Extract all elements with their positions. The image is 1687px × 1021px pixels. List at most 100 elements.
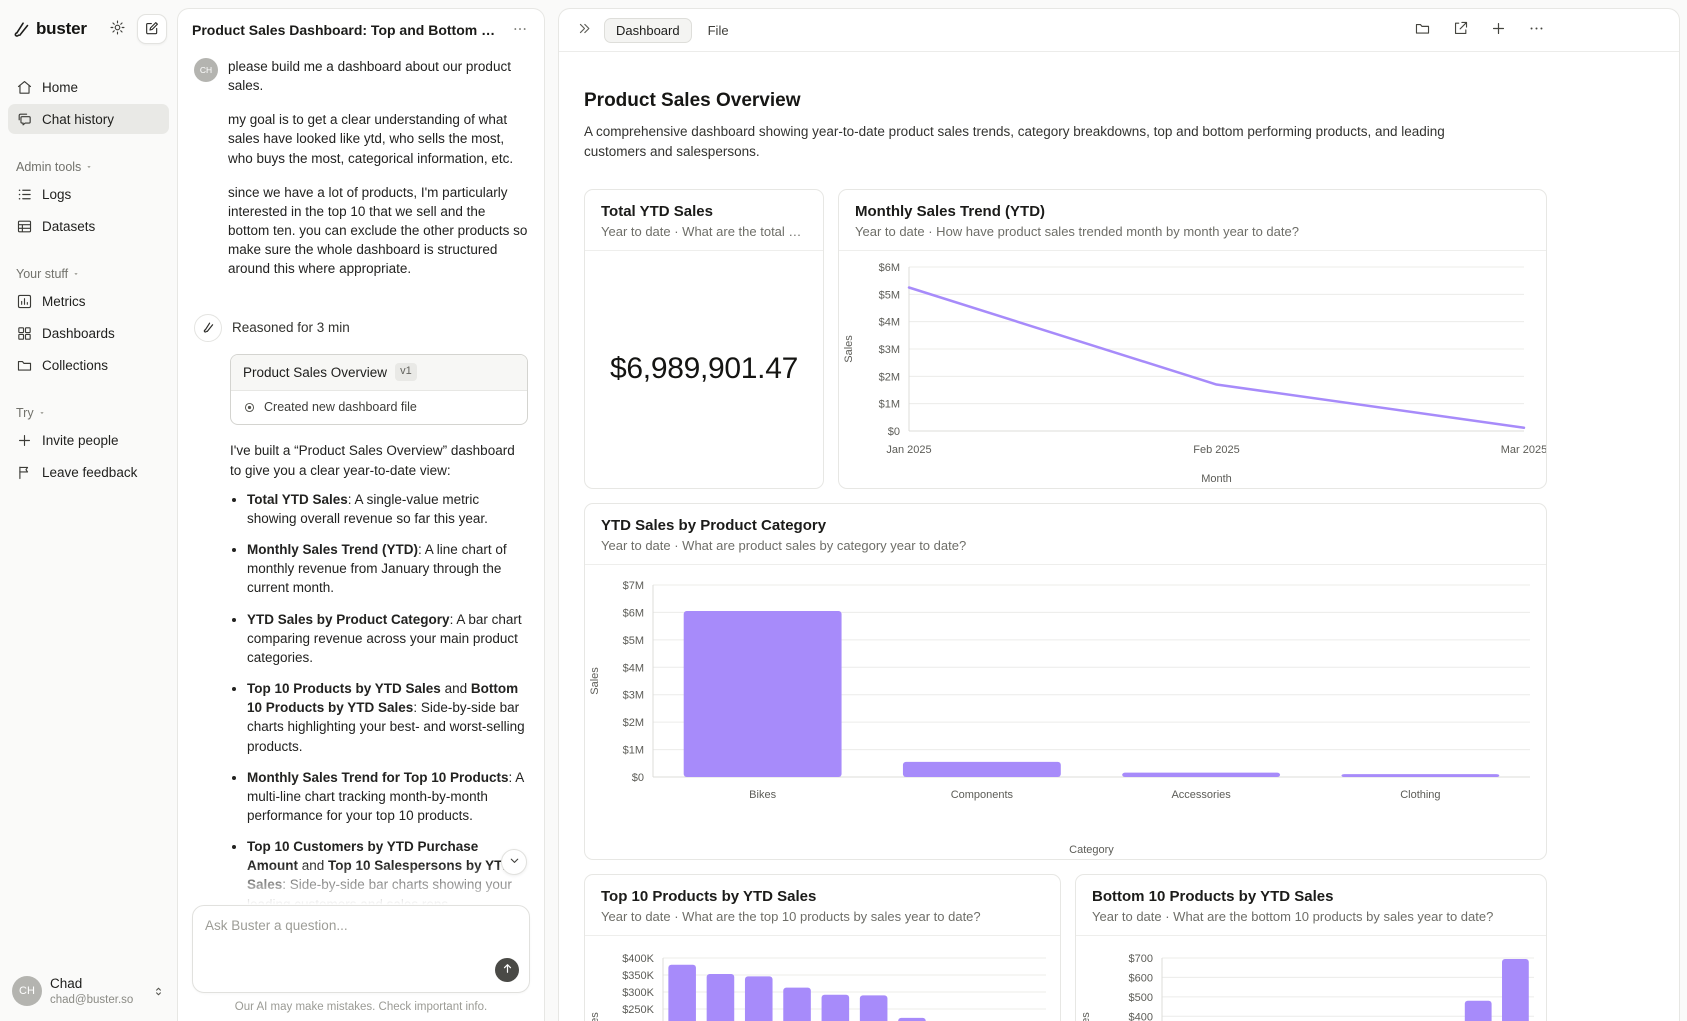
new-chat-button[interactable]: [137, 14, 167, 44]
sidebar-item-leave-feedback[interactable]: Leave feedback: [8, 457, 169, 487]
chart-card-monthly-trend[interactable]: Monthly Sales Trend (YTD) Year to date ·…: [838, 189, 1547, 489]
card-header: Top 10 Products by YTD Sales Year to dat…: [585, 875, 1060, 936]
file-card-header: Product Sales Overview v1: [231, 355, 527, 391]
chat-header: Product Sales Dashboard: Top and Bottom …: [178, 9, 544, 51]
svg-text:$1M: $1M: [623, 744, 644, 756]
svg-text:Feb 2025: Feb 2025: [1193, 444, 1239, 456]
home-icon: [16, 79, 33, 96]
svg-text:Jan 2025: Jan 2025: [886, 444, 931, 456]
section-header[interactable]: Admin tools: [0, 160, 177, 174]
chevron-down-icon: [508, 854, 521, 870]
brand-name: buster: [36, 19, 87, 39]
tab-file[interactable]: File: [702, 19, 735, 42]
sidebar-item-invite-people[interactable]: Invite people: [8, 425, 169, 455]
sidebar-item-chat-history[interactable]: Chat history: [8, 104, 169, 134]
sidebar-item-logs[interactable]: Logs: [8, 179, 169, 209]
share-icon: [1452, 20, 1469, 40]
message-paragraph: please build me a dashboard about our pr…: [228, 57, 528, 95]
sidebar-item-metrics[interactable]: Metrics: [8, 286, 169, 316]
collapse-panel-button[interactable]: [575, 19, 594, 41]
sidebar-item-datasets[interactable]: Datasets: [8, 211, 169, 241]
section-header[interactable]: Your stuff: [0, 267, 177, 281]
more-options-button[interactable]: [1528, 20, 1545, 40]
collections-icon: [16, 357, 33, 374]
brand[interactable]: buster: [12, 19, 97, 39]
svg-text:$3M: $3M: [879, 344, 900, 356]
metric-card-total-ytd-sales[interactable]: Total YTD Sales Year to date · What are …: [584, 189, 824, 489]
folder-button[interactable]: [1414, 20, 1431, 40]
dashboard-file-card[interactable]: Product Sales Overview v1 Created new da…: [230, 354, 528, 426]
svg-text:$400K: $400K: [622, 953, 654, 965]
sidebar-nav: Home Chat history: [0, 72, 177, 134]
card-title: Bottom 10 Products by YTD Sales: [1092, 888, 1530, 905]
sidebar-section-try: Try Invite people Leave feedback: [0, 406, 177, 487]
svg-text:$6M: $6M: [879, 262, 900, 274]
gear-icon: [109, 19, 126, 39]
datasets-icon: [16, 218, 33, 235]
scroll-to-bottom-button[interactable]: [501, 849, 527, 875]
chat-input-area: Our AI may make mistakes. Check importan…: [179, 905, 543, 1021]
svg-text:$400: $400: [1129, 1011, 1153, 1021]
dashboard-row-2: YTD Sales by Product Category Year to da…: [584, 503, 1547, 860]
sidebar-section-your-stuff: Your stuff Metrics Dashboards: [0, 267, 177, 380]
svg-text:Accessories: Accessories: [1171, 789, 1231, 801]
section-header[interactable]: Try: [0, 406, 177, 420]
dashboard-row-1: Total YTD Sales Year to date · What are …: [584, 189, 1654, 489]
chat-menu-button[interactable]: [510, 19, 530, 42]
sidebar-item-label: Logs: [42, 187, 71, 202]
svg-text:Sales: Sales: [843, 334, 855, 362]
message-paragraph: my goal is to get a clear understanding …: [228, 110, 528, 167]
file-card-title: Product Sales Overview: [243, 363, 387, 382]
user-message: CH please build me a dashboard about our…: [194, 57, 528, 294]
card-header: Bottom 10 Products by YTD Sales Year to …: [1076, 875, 1546, 936]
add-button[interactable]: [1490, 20, 1507, 40]
svg-text:$500: $500: [1129, 991, 1153, 1003]
svg-text:$4M: $4M: [879, 316, 900, 328]
svg-text:$350K: $350K: [622, 970, 654, 982]
ai-disclaimer: Our AI may make mistakes. Check importan…: [192, 1001, 530, 1013]
section-items: Metrics Dashboards Collections: [0, 286, 177, 380]
svg-text:Components: Components: [951, 789, 1014, 801]
send-button[interactable]: [495, 958, 519, 982]
version-badge: v1: [395, 363, 417, 381]
card-subtitle: Year to date · What are the bottom 10 pr…: [1092, 909, 1530, 924]
chat-title: Product Sales Dashboard: Top and Bottom …: [192, 22, 502, 38]
plus-icon: [16, 432, 33, 449]
svg-text:$1M: $1M: [879, 398, 900, 410]
arrow-up-icon: [501, 962, 514, 978]
ellipsis-icon: [1528, 20, 1545, 40]
card-subtitle: Year to date · What are product sales by…: [601, 538, 1530, 553]
svg-text:$5M: $5M: [623, 634, 644, 646]
user-email: chad@buster.so: [50, 993, 133, 1007]
card-subtitle: Year to date · What are the total produ.…: [601, 224, 807, 239]
svg-text:$5M: $5M: [879, 289, 900, 301]
chart-card-top10[interactable]: Top 10 Products by YTD Sales Year to dat…: [584, 874, 1061, 1021]
page-title: Product Sales Overview: [584, 90, 1654, 112]
section-items: Invite people Leave feedback: [0, 425, 177, 487]
dashboards-icon: [16, 325, 33, 342]
share-button[interactable]: [1452, 20, 1469, 40]
double-chevron-right-icon: [577, 21, 592, 39]
chevron-up-down-icon: [152, 985, 165, 998]
tab-dashboard[interactable]: Dashboard: [604, 18, 692, 43]
flag-icon: [16, 464, 33, 481]
file-card-status: Created new dashboard file: [231, 391, 527, 425]
svg-text:Category: Category: [1069, 844, 1114, 856]
chat-bullet: Monthly Sales Trend for Top 10 Products:…: [247, 768, 528, 825]
bottom10-chart: $0$100$200$300$400$500$600$700Sales: [1076, 936, 1546, 1021]
monthly-trend-chart: $0$1M$2M$3M$4M$5M$6MJan 2025Feb 2025Mar …: [839, 251, 1546, 488]
chat-input[interactable]: [193, 906, 529, 964]
chart-card-category[interactable]: YTD Sales by Product Category Year to da…: [584, 503, 1547, 860]
svg-text:Clothing: Clothing: [1400, 789, 1440, 801]
settings-button[interactable]: [105, 17, 129, 41]
sidebar-item-dashboards[interactable]: Dashboards: [8, 318, 169, 348]
buster-logo-icon: [12, 20, 31, 39]
sidebar-item-collections[interactable]: Collections: [8, 350, 169, 380]
status-text: Created new dashboard file: [264, 399, 417, 417]
user-menu[interactable]: CH Chad chad@buster.so: [0, 964, 177, 1021]
chart-card-bottom10[interactable]: Bottom 10 Products by YTD Sales Year to …: [1075, 874, 1547, 1021]
reasoning-row[interactable]: Reasoned for 3 min: [194, 314, 528, 342]
logs-icon: [16, 186, 33, 203]
sidebar-item-home[interactable]: Home: [8, 72, 169, 102]
plus-icon: [1490, 20, 1507, 40]
